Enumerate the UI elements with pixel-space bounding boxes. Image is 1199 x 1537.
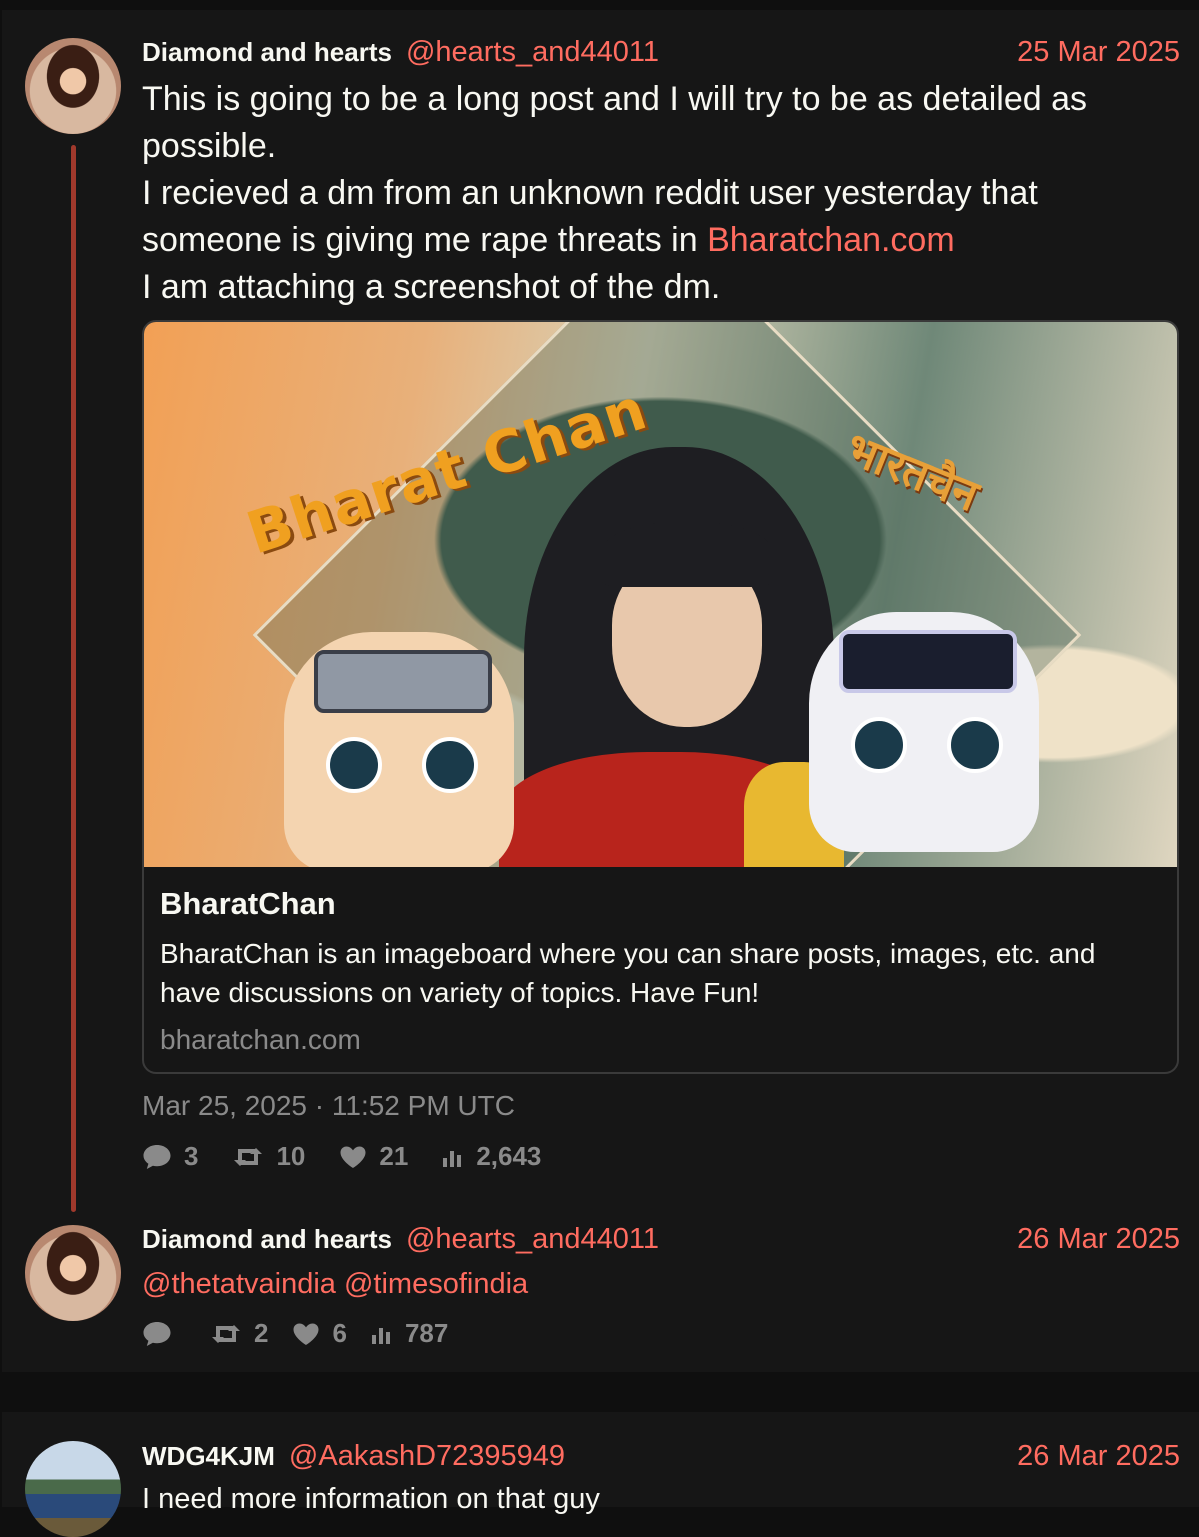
tweet-body: @thetatvaindia @timesofindia: [142, 1261, 1159, 1308]
retweet-count: 10: [276, 1141, 306, 1171]
avatar[interactable]: [25, 38, 121, 134]
display-name[interactable]: Diamond and hearts: [142, 37, 392, 68]
like-count: 21: [379, 1141, 409, 1171]
link-preview-card[interactable]: Bharat Chan भारतचैन BharatChan BharatCha…: [142, 320, 1179, 1074]
card-description: BharatChan is an imageboard where you ca…: [160, 938, 1096, 1008]
bharatchan-link[interactable]: Bharatchan.com: [707, 221, 955, 259]
display-name[interactable]: WDG4KJM: [142, 1441, 275, 1472]
tweet-date[interactable]: 26 Mar 2025: [1017, 1440, 1180, 1473]
views-icon: [371, 1327, 390, 1344]
views-count: 787: [404, 1318, 449, 1348]
tweet-stats: 3 10 21 2,643: [142, 1141, 575, 1172]
reply-stat[interactable]: [142, 1320, 184, 1348]
views-icon: [443, 1150, 462, 1167]
tweet-header: Diamond and hearts @hearts_and44011 25 M…: [142, 36, 1180, 70]
username-handle[interactable]: @hearts_and44011: [406, 1223, 659, 1256]
tweet-header: WDG4KJM @AakashD72395949 26 Mar 2025: [142, 1440, 1180, 1474]
card-meta: BharatChan BharatChan is an imageboard w…: [160, 884, 1161, 1060]
views-stat[interactable]: 787: [371, 1318, 448, 1349]
reply-count: 3: [184, 1141, 199, 1171]
tweet-body: This is going to be a long post and I wi…: [142, 76, 1159, 311]
cat-eye: [326, 737, 382, 793]
tweet-line: This is going to be a long post and I wi…: [142, 80, 1087, 165]
display-name[interactable]: Diamond and hearts: [142, 1224, 392, 1255]
cat-eye: [947, 717, 1003, 773]
retweet-count: 2: [254, 1318, 269, 1348]
like-stat[interactable]: 6: [292, 1318, 347, 1349]
reply-stat[interactable]: 3: [142, 1141, 198, 1172]
like-count: 6: [332, 1318, 347, 1348]
like-stat[interactable]: 21: [339, 1141, 408, 1172]
tweet-date[interactable]: 25 Mar 2025: [1017, 36, 1180, 69]
retweet-icon: [234, 1147, 263, 1166]
comment-icon: [143, 1321, 171, 1346]
username-handle[interactable]: @hearts_and44011: [406, 36, 659, 69]
cat-eye: [422, 737, 478, 793]
vr-headset: [314, 650, 492, 713]
tweet-stats: 2 6 787: [142, 1318, 482, 1349]
card-title: BharatChan: [160, 886, 336, 921]
avatar[interactable]: [25, 1441, 121, 1537]
mention-link[interactable]: @timesofindia: [344, 1268, 528, 1300]
pixel-cat-left: [284, 632, 514, 867]
tweet-body: I need more information on that guy: [142, 1483, 600, 1515]
views-count: 2,643: [476, 1141, 542, 1171]
tweet-header: Diamond and hearts @hearts_and44011 26 M…: [142, 1223, 1180, 1257]
vr-headset: [839, 630, 1017, 693]
heart-icon: [340, 1146, 366, 1168]
username-handle[interactable]: @AakashD72395949: [289, 1440, 565, 1473]
thread-separator: [0, 1372, 1199, 1412]
pixel-cat-right: [809, 612, 1039, 852]
views-stat[interactable]: 2,643: [442, 1141, 541, 1172]
tweet-line: I recieved a dm from an unknown reddit u…: [142, 170, 1159, 264]
retweet-stat[interactable]: 10: [232, 1141, 305, 1172]
card-domain: bharatchan.com: [160, 1024, 361, 1055]
avatar[interactable]: [25, 1225, 121, 1321]
tweet-line: I am attaching a screenshot of the dm.: [142, 268, 721, 306]
tweet-timestamp[interactable]: Mar 25, 2025 · 11:52 PM UTC: [142, 1090, 515, 1122]
tweet-date[interactable]: 26 Mar 2025: [1017, 1223, 1180, 1256]
cat-eye: [851, 717, 907, 773]
heart-icon: [293, 1323, 319, 1345]
mention-link[interactable]: @thetatvaindia: [142, 1268, 336, 1300]
thread-connector-line: [71, 145, 76, 1212]
retweet-stat[interactable]: 2: [210, 1318, 268, 1349]
anime-girl-fringe: [602, 522, 772, 587]
comment-icon: [143, 1144, 171, 1169]
retweet-icon: [212, 1324, 240, 1343]
card-image[interactable]: Bharat Chan भारतचैन: [144, 322, 1177, 867]
